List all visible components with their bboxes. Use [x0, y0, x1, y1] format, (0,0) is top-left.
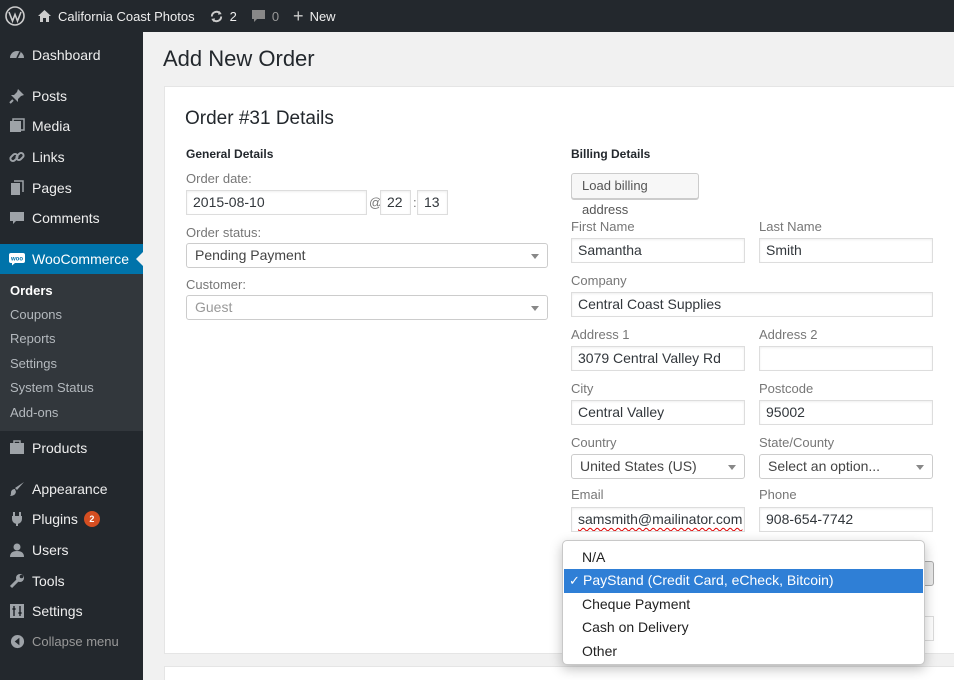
collapse-menu-button[interactable]: Collapse menu: [0, 626, 143, 657]
last-name-label: Last Name: [759, 219, 822, 234]
chevron-down-icon: [916, 465, 924, 470]
chevron-down-icon: [728, 465, 736, 470]
order-title: Order #31 Details: [185, 108, 334, 129]
svg-text:woo: woo: [10, 256, 23, 262]
menu-links[interactable]: Links: [0, 142, 143, 173]
address-1-label: Address 1: [571, 327, 630, 342]
plugin-icon: [8, 510, 26, 528]
menu-tools[interactable]: Tools: [0, 565, 143, 596]
general-details-heading: General Details: [186, 147, 274, 161]
customer-select[interactable]: Guest: [186, 295, 548, 320]
submenu-coupons[interactable]: Coupons: [0, 303, 143, 327]
next-panel: [164, 666, 954, 680]
first-name-label: First Name: [571, 219, 635, 234]
comment-icon: [8, 209, 26, 227]
last-name-input[interactable]: Smith: [759, 238, 933, 263]
home-icon: [37, 9, 52, 23]
order-date-input[interactable]: 2015-08-10: [186, 190, 367, 215]
comment-bubble-icon: [251, 9, 266, 23]
order-minute-input[interactable]: 13: [417, 190, 448, 215]
chevron-down-icon: [531, 306, 539, 311]
site-name-link[interactable]: California Coast Photos: [30, 0, 202, 32]
address-1-input[interactable]: 3079 Central Valley Rd: [571, 346, 745, 371]
email-label: Email: [571, 487, 604, 502]
customer-label: Customer:: [186, 277, 246, 292]
woocommerce-submenu: Orders Coupons Reports Settings System S…: [0, 273, 143, 431]
plus-icon: +: [293, 6, 304, 26]
menu-media[interactable]: Media: [0, 111, 143, 142]
payment-option-cheque[interactable]: Cheque Payment: [563, 593, 924, 616]
wordpress-logo-icon[interactable]: [0, 0, 30, 32]
comments-link[interactable]: 0: [244, 0, 286, 32]
state-label: State/County: [759, 435, 835, 450]
admin-sidebar: Dashboard Posts Media Links Pages Commen…: [0, 32, 143, 680]
submenu-reports[interactable]: Reports: [0, 327, 143, 351]
state-select[interactable]: Select an option...: [759, 454, 933, 479]
menu-users[interactable]: Users: [0, 535, 143, 566]
comments-count: 0: [271, 8, 280, 24]
menu-dashboard[interactable]: Dashboard: [0, 40, 143, 71]
order-status-select[interactable]: Pending Payment: [186, 243, 548, 268]
order-date-label: Order date:: [186, 171, 252, 186]
company-input[interactable]: Central Coast Supplies: [571, 292, 933, 317]
payment-method-dropdown: N/A ✓ PayStand (Credit Card, eCheck, Bit…: [562, 540, 925, 665]
email-input[interactable]: samsmith@mailinator.com: [571, 507, 745, 532]
menu-appearance[interactable]: Appearance: [0, 474, 143, 505]
submenu-system-status[interactable]: System Status: [0, 376, 143, 400]
payment-option-other[interactable]: Other: [563, 640, 924, 663]
menu-settings[interactable]: Settings: [0, 596, 143, 627]
collapse-arrow-icon: [8, 633, 26, 651]
postcode-label: Postcode: [759, 381, 814, 396]
city-input[interactable]: Central Valley: [571, 400, 745, 425]
country-select[interactable]: United States (US): [571, 454, 745, 479]
user-icon: [8, 541, 26, 559]
city-label: City: [571, 381, 594, 396]
menu-posts[interactable]: Posts: [0, 81, 143, 112]
phone-label: Phone: [759, 487, 797, 502]
address-2-input[interactable]: [759, 346, 933, 371]
phone-input[interactable]: 908-654-7742: [759, 507, 933, 532]
pages-icon: [8, 179, 26, 197]
address-2-label: Address 2: [759, 327, 818, 342]
menu-comments[interactable]: Comments: [0, 203, 143, 234]
updates-link[interactable]: 2: [202, 0, 244, 32]
updates-icon: [209, 9, 224, 24]
new-content-link[interactable]: + New: [286, 0, 343, 32]
plugins-update-badge: 2: [83, 511, 100, 528]
load-billing-address-button[interactable]: Load billing address: [571, 173, 699, 217]
updates-count: 2: [229, 8, 237, 24]
wrench-icon: [8, 572, 26, 590]
page-title: Add New Order: [163, 46, 315, 71]
billing-details-heading: Billing Details: [571, 147, 651, 161]
payment-option-paystand[interactable]: ✓ PayStand (Credit Card, eCheck, Bitcoin…: [564, 569, 923, 593]
menu-woocommerce[interactable]: woo WooCommerce: [0, 243, 143, 274]
menu-products[interactable]: Products: [0, 433, 143, 464]
postcode-input[interactable]: 95002: [759, 400, 933, 425]
submenu-add-ons[interactable]: Add-ons: [0, 401, 143, 425]
dashboard-icon: [8, 46, 26, 64]
order-status-label: Order status:: [186, 225, 262, 240]
company-label: Company: [571, 273, 627, 288]
media-icon: [8, 117, 26, 135]
link-icon: [8, 148, 26, 166]
country-label: Country: [571, 435, 617, 450]
menu-pages[interactable]: Pages: [0, 172, 143, 203]
first-name-input[interactable]: Samantha: [571, 238, 745, 263]
pin-icon: [8, 87, 26, 105]
order-hour-input[interactable]: 22: [380, 190, 411, 215]
payment-option-cod[interactable]: Cash on Delivery: [563, 616, 924, 639]
chevron-down-icon: [531, 254, 539, 259]
admin-bar: California Coast Photos 2 0 + New: [0, 0, 954, 32]
brush-icon: [8, 480, 26, 498]
checkmark-icon: ✓: [569, 573, 580, 589]
new-label: New: [309, 8, 336, 24]
settings-icon: [8, 602, 26, 620]
payment-option-na[interactable]: N/A: [563, 546, 924, 569]
products-icon: [8, 439, 26, 457]
site-name: California Coast Photos: [58, 8, 195, 24]
woo-icon: woo: [8, 250, 26, 268]
menu-plugins[interactable]: Plugins 2: [0, 504, 143, 535]
submenu-orders[interactable]: Orders: [0, 279, 143, 303]
submenu-settings[interactable]: Settings: [0, 352, 143, 376]
